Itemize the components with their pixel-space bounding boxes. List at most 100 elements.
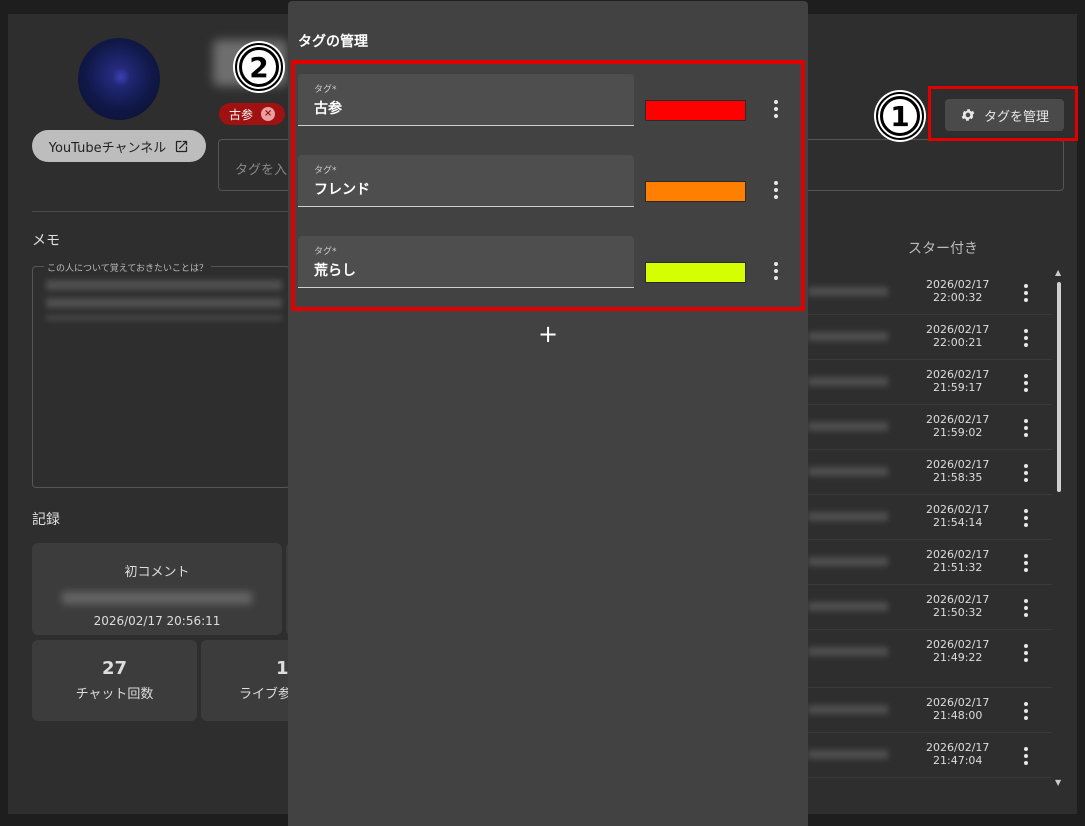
comment-datetime: 2026/02/17 21:58:35 — [926, 458, 989, 484]
more-vert-icon[interactable] — [1024, 509, 1028, 527]
tag-color-swatch[interactable] — [645, 100, 746, 121]
comment-text-blurred — [808, 512, 888, 521]
youtube-channel-button[interactable]: YouTubeチャンネル — [32, 130, 206, 162]
list-item[interactable]: 2026/02/17 21:58:35 — [808, 450, 1052, 495]
tag-name-field[interactable]: タグ* 荒らし — [298, 236, 634, 288]
comment-time: 21:58:35 — [933, 471, 983, 484]
comment-datetime: 2026/02/17 21:59:02 — [926, 413, 989, 439]
comment-datetime: 2026/02/17 21:47:04 — [926, 741, 989, 767]
tag-row: タグ* 古参 — [298, 74, 798, 126]
list-item[interactable]: 2026/02/17 21:54:14 — [808, 495, 1052, 540]
tag-color-swatch[interactable] — [645, 262, 746, 283]
more-vert-icon[interactable] — [1024, 554, 1028, 572]
comment-text-blurred — [808, 332, 888, 341]
tag-name-field[interactable]: タグ* 古参 — [298, 74, 634, 126]
comment-datetime: 2026/02/17 21:48:00 — [926, 696, 989, 722]
scrollbar[interactable] — [1057, 282, 1061, 492]
add-tag-button[interactable]: + — [538, 320, 558, 348]
tag-manage-dialog: タグの管理 タグ* 古参 タグ* フレンド タグ* 荒らし + — [288, 1, 808, 826]
more-vert-icon[interactable] — [774, 181, 778, 199]
open-external-icon — [176, 140, 188, 152]
comment-date: 2026/02/17 — [926, 413, 990, 426]
comment-date: 2026/02/17 — [926, 278, 990, 291]
live-count: 1 — [276, 658, 289, 679]
list-item[interactable]: 2026/02/17 22:00:21 — [808, 315, 1052, 360]
youtube-channel-label: YouTubeチャンネル — [48, 140, 167, 156]
more-vert-icon[interactable] — [1024, 419, 1028, 437]
comment-text-blurred — [808, 377, 888, 386]
comment-text-blurred — [808, 647, 888, 656]
comment-time: 21:49:22 — [933, 651, 983, 664]
tag-field-label: タグ* — [314, 85, 337, 95]
tag-name-field[interactable]: タグ* フレンド — [298, 155, 634, 207]
chat-count-label: チャット回数 — [75, 687, 154, 702]
more-vert-icon[interactable] — [1024, 747, 1028, 765]
more-vert-icon[interactable] — [1024, 644, 1028, 662]
more-vert-icon[interactable] — [1024, 464, 1028, 482]
more-vert-icon[interactable] — [1024, 702, 1028, 720]
live-count-label: ライブ参 — [239, 687, 292, 702]
gear-icon — [961, 109, 975, 121]
comment-text-blurred — [808, 602, 888, 611]
comment-time: 21:54:14 — [933, 516, 983, 529]
comment-date: 2026/02/17 — [926, 741, 990, 754]
manage-tags-button[interactable]: タグを管理 — [945, 99, 1064, 131]
comment-time: 21:50:32 — [933, 606, 983, 619]
tag-chip-label: 古参 — [229, 107, 254, 122]
list-item[interactable]: 2026/02/17 21:50:32 — [808, 585, 1052, 630]
list-item[interactable]: 2026/02/17 22:00:32 — [808, 270, 1052, 315]
scroll-down-arrow[interactable]: ▼ — [1055, 778, 1061, 787]
comment-date: 2026/02/17 — [926, 323, 990, 336]
comment-time: 21:47:04 — [933, 754, 983, 767]
list-item[interactable]: 2026/02/17 21:51:32 — [808, 540, 1052, 585]
list-item[interactable]: 2026/02/17 21:59:17 — [808, 360, 1052, 405]
list-item[interactable]: 2026/02/17 21:59:02 — [808, 405, 1052, 450]
comment-time: 22:00:21 — [933, 336, 983, 349]
record-title: 記録 — [32, 512, 60, 528]
first-comment-date: 2026/02/17 20:56:11 — [93, 614, 221, 628]
manage-tags-label: タグを管理 — [983, 109, 1049, 125]
more-vert-icon[interactable] — [1024, 284, 1028, 302]
live-count-card: 1 ライブ参 — [201, 640, 296, 721]
list-item[interactable]: 2026/02/17 21:47:04 — [808, 733, 1052, 778]
starred-header[interactable]: スター付き — [908, 238, 978, 258]
more-vert-icon[interactable] — [774, 262, 778, 280]
comment-datetime: 2026/02/17 21:50:32 — [926, 593, 989, 619]
tag-name-value: 荒らし — [314, 263, 356, 279]
tag-chip[interactable]: 古参 × — [219, 103, 285, 125]
memo-text-blurred — [46, 280, 282, 320]
comment-datetime: 2026/02/17 21:49:22 — [926, 638, 989, 664]
comment-time: 21:59:17 — [933, 381, 983, 394]
comment-text-blurred — [808, 467, 888, 476]
tag-row: タグ* フレンド — [298, 155, 798, 207]
tag-color-swatch[interactable] — [645, 181, 746, 202]
tag-field-label: タグ* — [314, 247, 337, 257]
first-comment-card: 初コメント 2026/02/17 20:56:11 — [32, 543, 282, 635]
comment-text-blurred — [808, 422, 888, 431]
more-vert-icon[interactable] — [1024, 329, 1028, 347]
comment-text-blurred — [808, 705, 888, 714]
more-vert-icon[interactable] — [1024, 599, 1028, 617]
scroll-up-arrow[interactable]: ▲ — [1055, 268, 1061, 277]
comment-date: 2026/02/17 — [926, 458, 990, 471]
memo-title: メモ — [32, 233, 60, 249]
more-vert-icon[interactable] — [1024, 374, 1028, 392]
first-comment-blurred — [62, 592, 252, 604]
close-icon[interactable]: × — [261, 107, 276, 121]
tag-name-value: 古参 — [314, 101, 342, 117]
memo-field-label: この人について覚えておきたいことは？ — [44, 261, 212, 274]
comment-time: 21:51:32 — [933, 561, 983, 574]
comment-datetime: 2026/02/17 21:51:32 — [926, 548, 989, 574]
avatar — [78, 38, 160, 120]
annotation-badge-1: 1 — [876, 92, 924, 140]
list-item[interactable]: 2026/02/17 21:48:00 — [808, 688, 1052, 733]
comment-date: 2026/02/17 — [926, 548, 990, 561]
more-vert-icon[interactable] — [774, 100, 778, 118]
comment-datetime: 2026/02/17 21:59:17 — [926, 368, 989, 394]
first-comment-label: 初コメント — [124, 565, 190, 580]
list-item[interactable]: 2026/02/17 21:49:22 — [808, 630, 1052, 688]
comment-date: 2026/02/17 — [926, 593, 990, 606]
tag-field-label: タグ* — [314, 166, 337, 176]
comment-date: 2026/02/17 — [926, 503, 990, 516]
tag-row: タグ* 荒らし — [298, 236, 798, 288]
